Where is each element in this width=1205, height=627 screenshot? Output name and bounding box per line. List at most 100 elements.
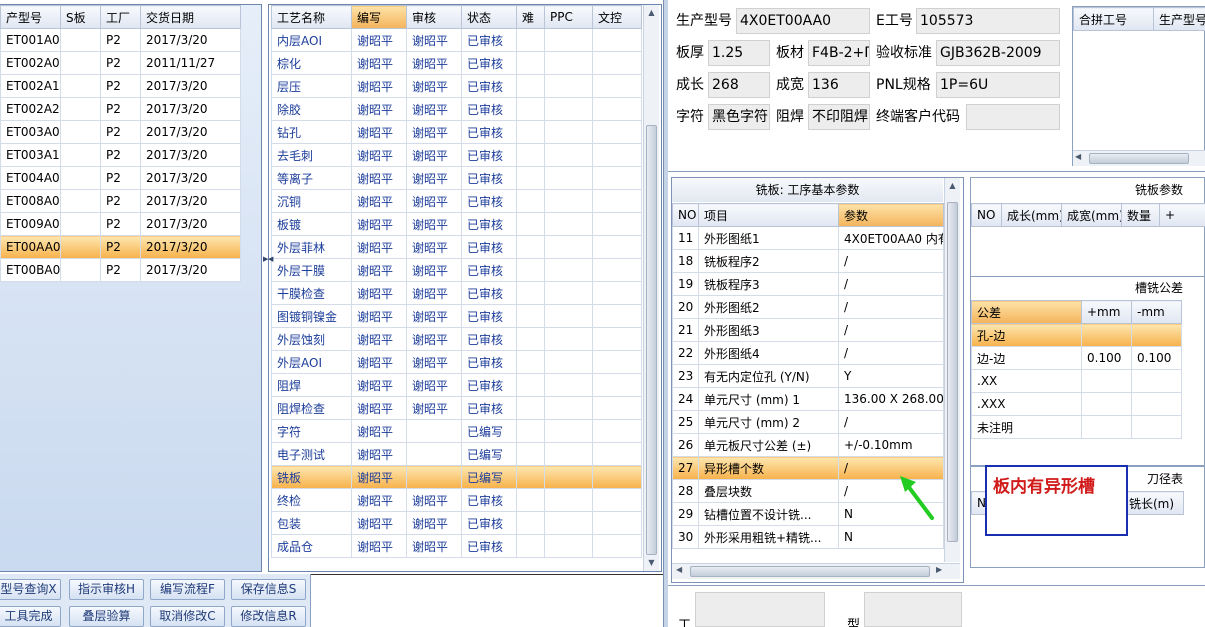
table-cell[interactable]: 已审核 [461, 97, 517, 121]
eno-field[interactable]: 105573 [916, 8, 1060, 34]
table-cell[interactable]: 谢昭平 [351, 327, 407, 351]
table-cell[interactable]: 已审核 [461, 143, 517, 167]
table-cell[interactable]: 已编写 [461, 419, 517, 443]
table-cell[interactable]: 2017/3/20 [140, 258, 241, 282]
table-cell[interactable]: 已审核 [461, 350, 517, 374]
table-cell[interactable]: 0.100 [1081, 346, 1132, 370]
table-cell[interactable]: 谢昭平 [406, 488, 462, 512]
table-cell[interactable]: 已审核 [461, 511, 517, 535]
table-cell[interactable]: 26 [672, 433, 699, 457]
table-cell[interactable]: 谢昭平 [406, 74, 462, 98]
table-cell[interactable] [406, 465, 462, 489]
table-cell[interactable] [544, 28, 593, 52]
table-cell[interactable]: ET00AA0 [0, 235, 61, 259]
table-cell[interactable]: 已审核 [461, 51, 517, 75]
mid-splitter-handle[interactable]: ◀ [268, 252, 273, 266]
table-cell[interactable] [516, 97, 545, 121]
table-cell[interactable]: P2 [100, 258, 141, 282]
table-cell[interactable]: 未注明 [971, 415, 1082, 439]
column-header[interactable]: 审核 [406, 5, 462, 29]
table-cell[interactable]: 已审核 [461, 396, 517, 420]
table-cell[interactable]: 22 [672, 341, 699, 365]
table-cell[interactable] [592, 258, 642, 282]
table-cell[interactable]: 已审核 [461, 373, 517, 397]
process-row[interactable]: 终检 谢昭平 谢昭平 已审核 [271, 488, 642, 512]
table-cell[interactable] [516, 465, 545, 489]
table-cell[interactable] [516, 511, 545, 535]
table-cell[interactable] [60, 120, 101, 144]
table-cell[interactable] [1131, 369, 1182, 393]
model-row[interactable]: ET002A0 P2 2011/11/27 [0, 51, 241, 75]
table-cell[interactable]: 已审核 [461, 189, 517, 213]
table-cell[interactable]: / [838, 410, 944, 434]
table-cell[interactable]: ET001A0 [0, 28, 61, 52]
table-cell[interactable] [544, 258, 593, 282]
table-cell[interactable] [592, 442, 642, 466]
table-cell[interactable]: 谢昭平 [351, 235, 407, 259]
table-cell[interactable]: 谢昭平 [406, 304, 462, 328]
param-row[interactable]: 24 单元尺寸 (mm) 1 136.00 X 268.00 [672, 387, 944, 411]
table-cell[interactable] [544, 327, 593, 351]
merge-scroll-thumb[interactable] [1089, 153, 1189, 164]
param-row[interactable]: 20 外形图纸2/ [672, 295, 944, 319]
column-header[interactable]: 编写 [351, 5, 407, 29]
table-cell[interactable]: 单元尺寸 (mm) 2 [698, 410, 839, 434]
column-header[interactable]: 公差 [971, 300, 1082, 324]
table-cell[interactable]: 已审核 [461, 304, 517, 328]
table-cell[interactable]: 2011/11/27 [140, 51, 241, 75]
column-header[interactable]: S板 [60, 5, 101, 29]
table-cell[interactable]: 2017/3/20 [140, 235, 241, 259]
table-cell[interactable]: P2 [100, 166, 141, 190]
table-cell[interactable]: 谢昭平 [406, 51, 462, 75]
table-cell[interactable] [516, 235, 545, 259]
table-cell[interactable] [592, 488, 642, 512]
table-cell[interactable]: 外层AOI [271, 350, 352, 374]
table-cell[interactable]: 板镀 [271, 212, 352, 236]
table-cell[interactable] [592, 166, 642, 190]
table-cell[interactable] [406, 442, 462, 466]
scroll-up-icon[interactable]: ▲ [644, 5, 659, 20]
model-row[interactable]: ET002A2 P2 2017/3/20 [0, 97, 241, 121]
table-cell[interactable]: 外层蚀刻 [271, 327, 352, 351]
process-row[interactable]: 棕化 谢昭平 谢昭平 已审核 [271, 51, 642, 75]
table-cell[interactable]: 谢昭平 [351, 97, 407, 121]
table-cell[interactable]: 单元尺寸 (mm) 1 [698, 387, 839, 411]
table-cell[interactable] [544, 419, 593, 443]
table-cell[interactable]: 已审核 [461, 212, 517, 236]
table-cell[interactable]: 谢昭平 [351, 419, 407, 443]
column-header[interactable]: 难 [516, 5, 545, 29]
model-row[interactable]: ET003A0 P2 2017/3/20 [0, 120, 241, 144]
table-cell[interactable]: 阻焊 [271, 373, 352, 397]
model-row[interactable]: ET008A0 P2 2017/3/20 [0, 189, 241, 213]
table-cell[interactable] [516, 28, 545, 52]
table-cell[interactable] [516, 488, 545, 512]
table-cell[interactable]: P2 [100, 74, 141, 98]
process-row[interactable]: 图镀铜镍金 谢昭平 谢昭平 已审核 [271, 304, 642, 328]
table-cell[interactable] [516, 396, 545, 420]
table-cell[interactable]: 谢昭平 [406, 166, 462, 190]
table-cell[interactable] [592, 304, 642, 328]
table-cell[interactable]: 去毛刺 [271, 143, 352, 167]
process-row[interactable]: 钻孔 谢昭平 谢昭平 已审核 [271, 120, 642, 144]
tolerance-row[interactable]: .XXX [971, 392, 1182, 416]
thickness-field[interactable]: 1.25 [708, 40, 770, 66]
table-cell[interactable]: 谢昭平 [351, 166, 407, 190]
column-header[interactable]: 工艺名称 [271, 5, 352, 29]
table-cell[interactable]: / [838, 318, 944, 342]
table-cell[interactable]: ET004A0 [0, 166, 61, 190]
table-cell[interactable]: / [838, 295, 944, 319]
action-button[interactable]: 工具完成 [0, 606, 61, 627]
model-row[interactable]: ET009A0 P2 2017/3/20 [0, 212, 241, 236]
table-cell[interactable]: 已审核 [461, 327, 517, 351]
table-cell[interactable] [544, 511, 593, 535]
table-cell[interactable]: ET002A2 [0, 97, 61, 121]
table-cell[interactable] [592, 97, 642, 121]
column-header[interactable]: 合拼工号 [1073, 7, 1154, 31]
params-scroll-right-icon[interactable]: ▶ [936, 565, 942, 574]
width-field[interactable]: 136 [808, 72, 870, 98]
table-cell[interactable]: 已审核 [461, 488, 517, 512]
column-header[interactable]: NO [672, 203, 699, 227]
table-cell[interactable] [60, 74, 101, 98]
table-cell[interactable] [516, 120, 545, 144]
table-cell[interactable]: 谢昭平 [406, 212, 462, 236]
